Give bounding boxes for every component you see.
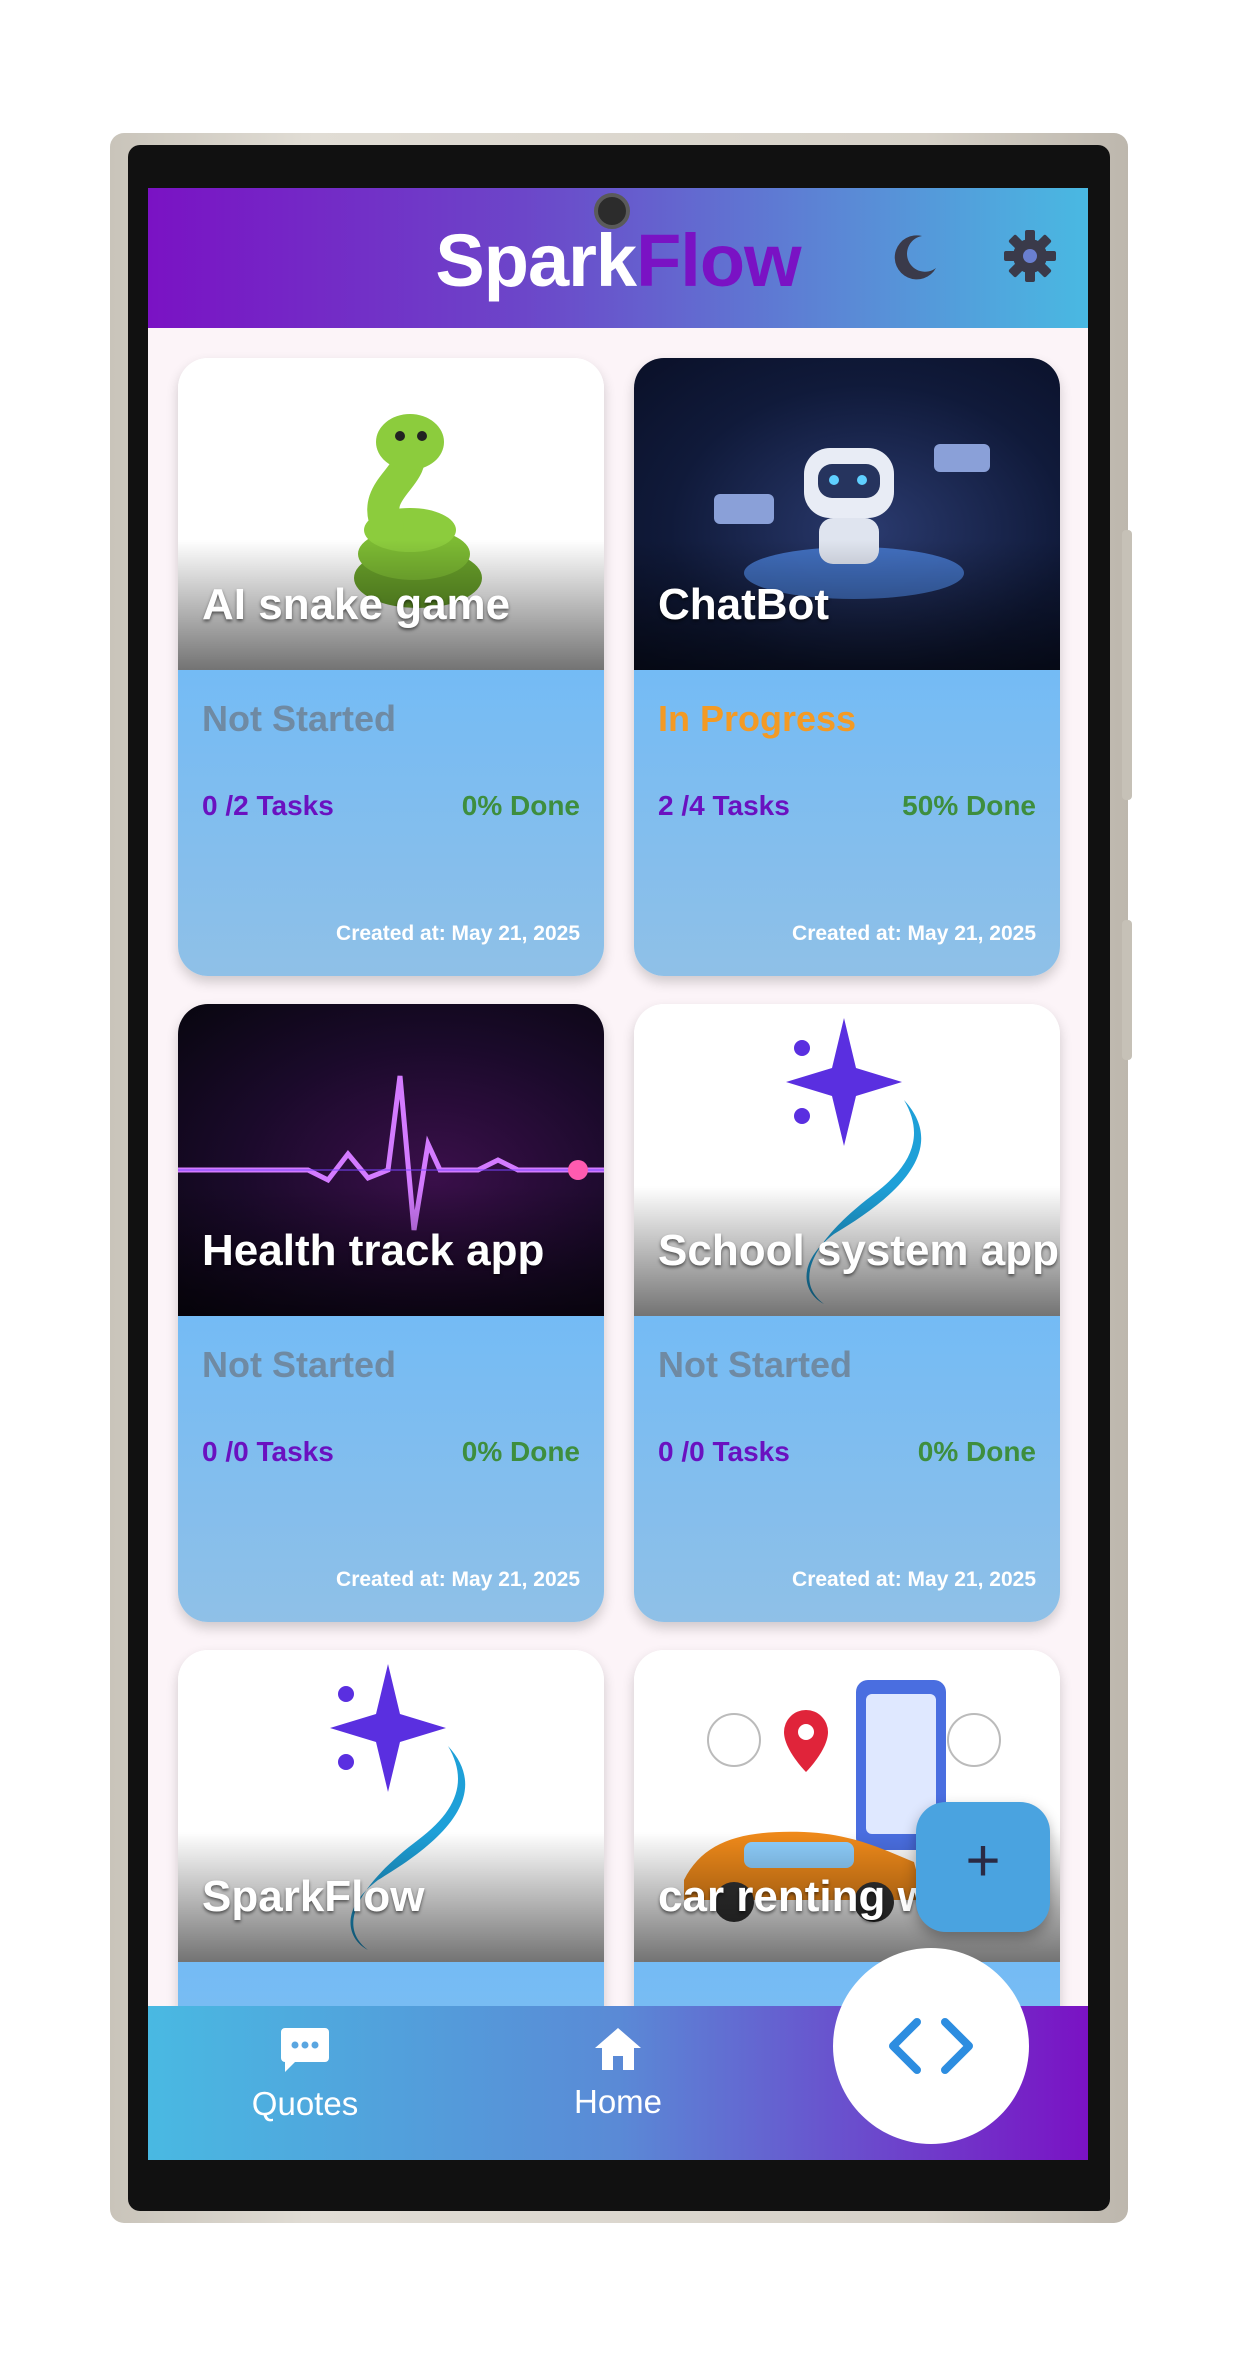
project-details: Not Started 0 /0 Tasks 0% Done Created a… xyxy=(178,1316,604,1622)
home-icon xyxy=(595,2028,641,2070)
project-title: SparkFlow xyxy=(202,1872,425,1921)
brand-flow: Flow xyxy=(636,219,802,302)
created-date: Created at: May 21, 2025 xyxy=(336,1568,580,1591)
project-title: car renting w xyxy=(658,1872,932,1921)
project-card[interactable]: Health track app Not Started 0 /0 Tasks … xyxy=(178,1004,604,1622)
task-count: 0 /0 Tasks xyxy=(658,1436,790,1467)
task-count: 0 /0 Tasks xyxy=(202,1436,334,1467)
project-title: Health track app xyxy=(202,1226,545,1275)
app-screen: SparkFlow AI snake game Not Started 0 /2… xyxy=(148,188,1088,2160)
front-camera xyxy=(594,193,630,229)
add-project-button[interactable]: + xyxy=(916,1802,1050,1932)
task-count: 0 /2 Tasks xyxy=(202,790,334,821)
project-details: In Progress 2 /4 Tasks 50% Done Created … xyxy=(634,670,1060,976)
app-title: SparkFlow xyxy=(148,218,1088,303)
progress-percent: 0% Done xyxy=(461,790,580,821)
project-title: ChatBot xyxy=(658,580,830,629)
progress-percent: 50% Done xyxy=(902,790,1036,821)
power-button xyxy=(1122,920,1132,1060)
gear-icon[interactable] xyxy=(1000,226,1060,286)
project-card[interactable]: ChatBot In Progress 2 /4 Tasks 50% Done … xyxy=(634,358,1060,976)
created-date: Created at: May 21, 2025 xyxy=(792,1568,1036,1591)
nav-label-home: Home xyxy=(573,2083,663,2120)
nav-item-home[interactable]: Home xyxy=(518,2026,718,2121)
project-card[interactable]: School system app Not Started 0 /0 Tasks… xyxy=(634,1004,1060,1622)
brand-spark: Spark xyxy=(435,219,637,302)
progress-percent: 0% Done xyxy=(917,1436,1036,1467)
project-details: Not Started 0 /2 Tasks 0% Done Created a… xyxy=(178,670,604,976)
status-label: Not Started xyxy=(202,1344,397,1385)
status-label: Not Started xyxy=(202,698,397,739)
code-button[interactable] xyxy=(833,1948,1029,2144)
created-date: Created at: May 21, 2025 xyxy=(792,922,1036,945)
nav-label-quotes: Quotes xyxy=(251,2085,359,2122)
volume-button xyxy=(1122,530,1132,800)
project-title: AI snake game xyxy=(202,580,511,629)
progress-percent: 0% Done xyxy=(461,1436,580,1467)
created-date: Created at: May 21, 2025 xyxy=(336,922,580,945)
code-icon xyxy=(889,2018,973,2074)
status-label: In Progress xyxy=(658,698,857,739)
status-label: Not Started xyxy=(658,1344,853,1385)
chat-bubble-icon xyxy=(281,2028,329,2072)
app-bar: SparkFlow xyxy=(148,188,1088,328)
plus-icon: + xyxy=(965,1827,1001,1894)
project-title: School system app xyxy=(658,1226,1060,1275)
project-card[interactable]: AI snake game Not Started 0 /2 Tasks 0% … xyxy=(178,358,604,976)
nav-item-quotes[interactable]: Quotes xyxy=(205,2026,405,2123)
project-details: Not Started 0 /0 Tasks 0% Done Created a… xyxy=(634,1316,1060,1622)
moon-icon[interactable] xyxy=(886,226,946,286)
task-count: 2 /4 Tasks xyxy=(658,790,790,821)
